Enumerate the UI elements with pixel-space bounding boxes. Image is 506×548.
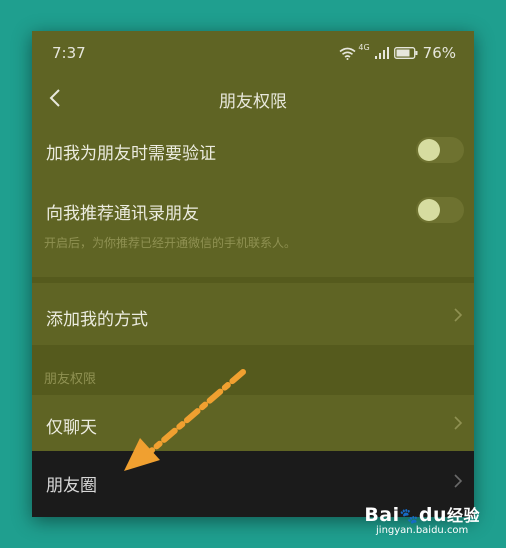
moments-label: 朋友圈	[46, 476, 97, 496]
permissions-section-title: 朋友权限	[44, 372, 97, 387]
watermark-url: jingyan.baidu.com	[376, 525, 469, 536]
watermark-brand: Bai	[364, 504, 400, 526]
nav-bar: 朋友权限	[32, 75, 474, 121]
add-methods-row[interactable]: 添加我的方式	[32, 283, 474, 345]
permissions-section-header	[32, 345, 474, 395]
status-icons: 4G 76%	[339, 42, 456, 62]
recommend-row: 向我推荐通讯录朋友	[32, 179, 474, 239]
verify-label: 加我为朋友时需要验证	[46, 144, 216, 164]
add-methods-label: 添加我的方式	[46, 310, 148, 330]
chevron-right-icon	[454, 308, 463, 322]
wifi-icon	[339, 47, 356, 60]
verify-row: 加我为朋友时需要验证	[32, 121, 474, 179]
signal-icon	[374, 47, 389, 59]
toggle-knob	[418, 139, 440, 161]
baidu-watermark: Bai🐾du经验 jingyan.baidu.com	[364, 502, 480, 536]
toggle-knob	[418, 199, 440, 221]
chevron-right-icon	[454, 474, 463, 488]
battery-level: 76%	[422, 44, 456, 62]
recommend-label: 向我推荐通讯录朋友	[46, 204, 199, 224]
recommend-toggle[interactable]	[416, 197, 464, 223]
page-title: 朋友权限	[219, 92, 287, 112]
chat-only-row[interactable]: 仅聊天	[32, 395, 474, 451]
verify-toggle[interactable]	[416, 137, 464, 163]
watermark-cn: 经验	[446, 506, 480, 525]
phone-screen: 7:37 4G 76% 朋友权限 加我为朋友时需要验证 向我推荐通讯录朋友 开启…	[32, 31, 474, 517]
status-bar: 7:37 4G 76%	[32, 31, 474, 75]
chevron-right-icon	[454, 416, 463, 430]
recommend-hint: 开启后，为你推荐已经开通微信的手机联系人。	[44, 236, 297, 250]
paw-icon: 🐾	[399, 507, 419, 525]
chat-only-label: 仅聊天	[46, 418, 97, 438]
watermark-logo: Bai🐾du经验	[364, 502, 480, 526]
watermark-brand2: du	[418, 504, 447, 526]
battery-icon	[393, 47, 418, 59]
status-time: 7:37	[52, 44, 86, 62]
network-type: 4G	[358, 42, 370, 52]
